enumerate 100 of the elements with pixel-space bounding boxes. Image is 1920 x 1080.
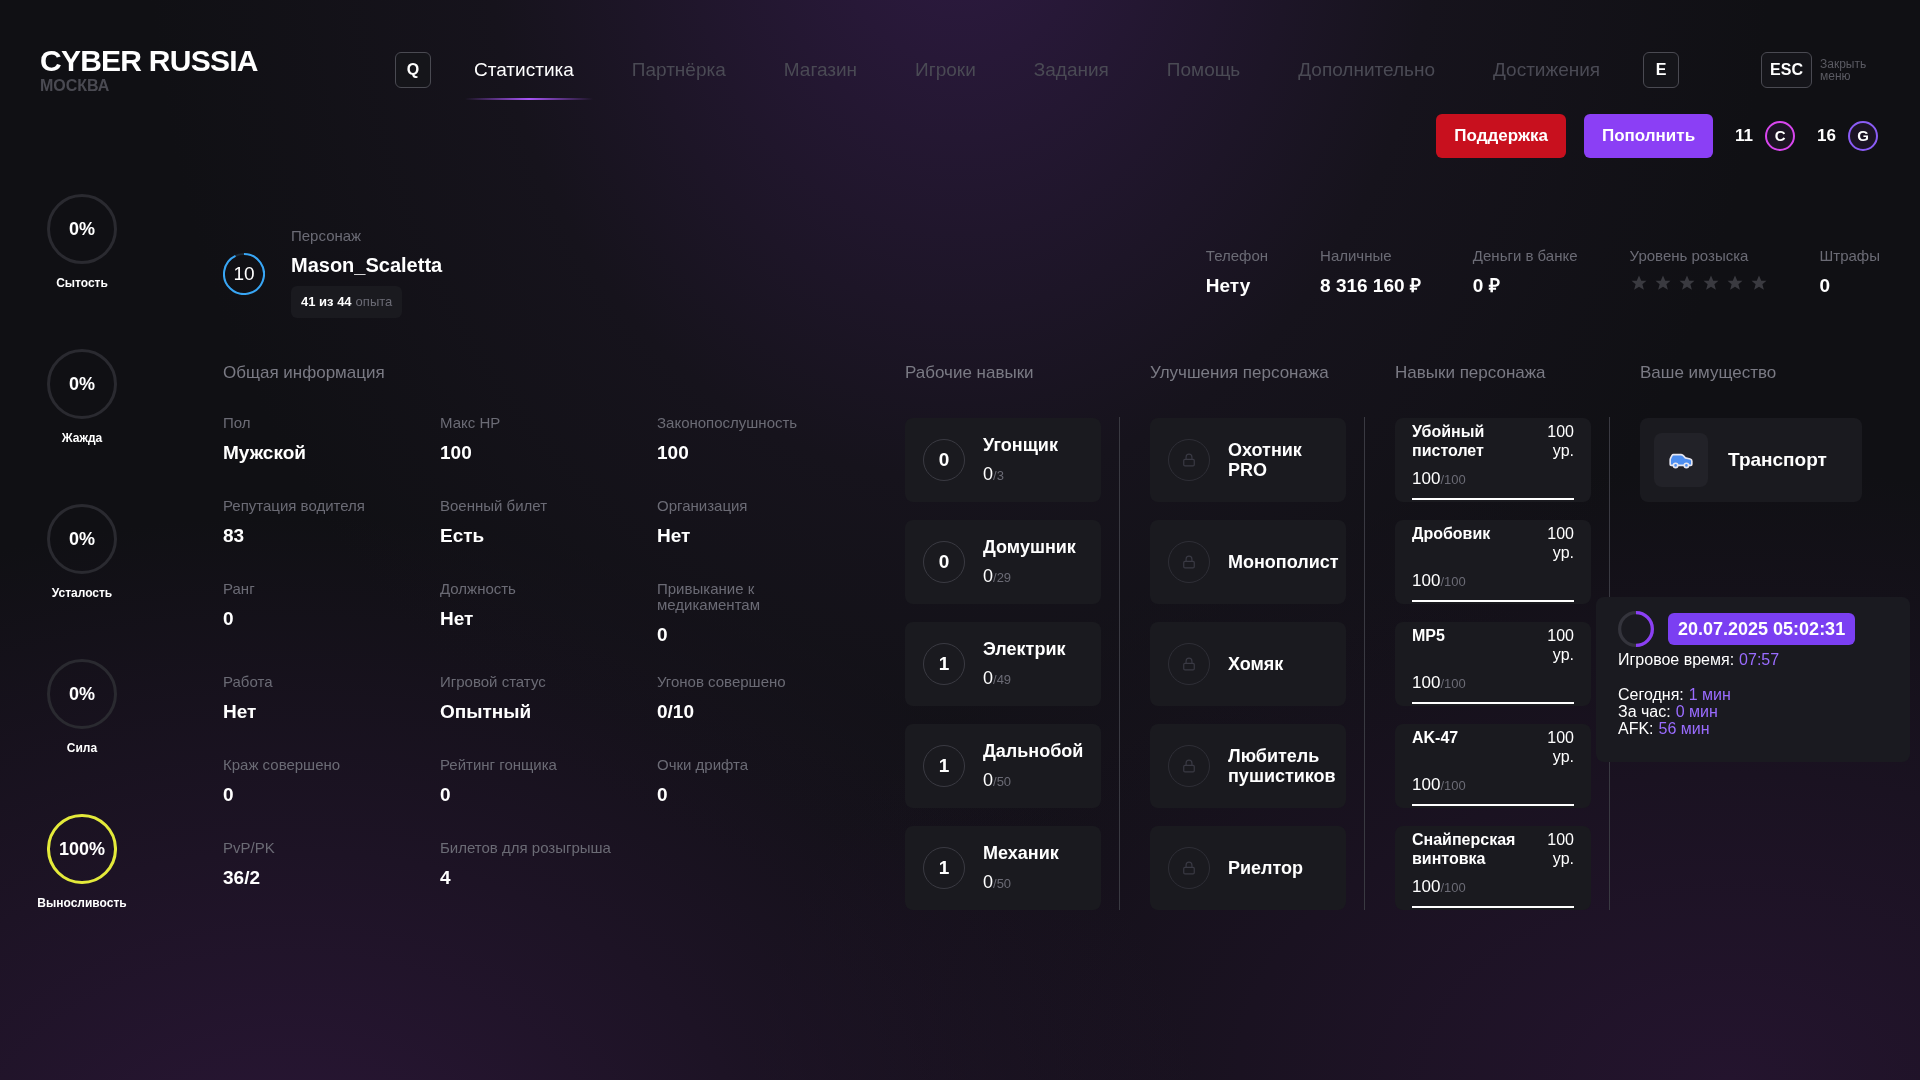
weapon-grade: 100 ур. <box>1546 830 1574 868</box>
logo-title: CYBER RUSSIA <box>40 45 259 77</box>
upgrade-name: Риелтор <box>1228 858 1305 878</box>
field-label: Привыкание к медикаментам <box>657 581 761 613</box>
skill-count: 0/3 <box>983 463 1005 486</box>
city-label: МОСКВА <box>40 77 111 95</box>
session-value: 0 мин <box>1675 703 1718 720</box>
field-value: 83 <box>223 524 246 548</box>
session-datetime: 20.07.2025 05:02:31 <box>1668 613 1856 645</box>
support-button[interactable]: Поддержка <box>1436 114 1566 158</box>
weapon-name: Снайперская винтовка <box>1412 830 1517 868</box>
summary-label: Уровень розыска <box>1629 246 1750 266</box>
summary-label: Деньги в банке <box>1472 246 1578 266</box>
field-label: Репутация водителя <box>223 498 366 514</box>
currency-amount: 11 <box>1735 125 1754 148</box>
ring-value: 0% <box>69 682 95 706</box>
close-menu-label: Закрыть меню <box>1820 58 1868 82</box>
top-up-button[interactable]: Пополнить <box>1583 114 1714 158</box>
skill-name: Дальнобой <box>983 740 1084 763</box>
field-value: Нет <box>657 524 692 548</box>
field-value: Опытный <box>440 699 533 724</box>
field-value: 0 <box>223 782 235 807</box>
currency-badge: C <box>1765 121 1796 151</box>
vital-label: Выносливость <box>37 895 127 912</box>
session-label: Сегодня: <box>1618 686 1684 703</box>
section-title: Общая информация <box>223 362 385 382</box>
weapon-count: 100/100 <box>1412 774 1466 796</box>
field-label: Военный билет <box>440 498 549 514</box>
vital-ring <box>47 504 117 574</box>
nav-tab[interactable]: Дополнительно <box>1269 40 1464 100</box>
field-label: Очки дрифта <box>657 756 750 773</box>
experience-unit: опыта <box>355 292 393 311</box>
upgrade-name: Охотник PRO <box>1228 440 1303 480</box>
summary-value: 0 ₽ <box>1472 273 1501 298</box>
field-value: 100 <box>657 441 690 465</box>
field-value: 0/10 <box>657 699 695 724</box>
vital-label: Усталость <box>51 585 113 602</box>
field-label: Угонов совершено <box>657 673 787 690</box>
weapon-name: MP5 <box>1412 626 1446 645</box>
ring-value: 0% <box>69 372 95 396</box>
nav-tab[interactable]: Достижения <box>1464 40 1630 100</box>
field-value: 0 <box>440 782 452 807</box>
vital-ring <box>47 659 117 729</box>
close-key[interactable]: ESC <box>1761 52 1812 88</box>
section-title: Улучшения персонажа <box>1150 361 1330 384</box>
weapon-count: 100/100 <box>1412 468 1466 490</box>
session-label: Игровое время: <box>1618 651 1735 668</box>
field-label: PvP/PK <box>223 839 276 856</box>
character-label: Персонаж <box>291 226 363 246</box>
next-tab-key[interactable]: E <box>1643 52 1680 88</box>
level-ring <box>223 253 265 295</box>
field-label: Макс HP <box>440 415 502 431</box>
vital-ring <box>47 194 117 264</box>
field-value: 100 <box>440 441 473 465</box>
ring-value: 100% <box>58 837 105 861</box>
field-label: Организация <box>657 498 749 514</box>
skill-name: Электрик <box>983 638 1066 661</box>
upgrade-name: Хомяк <box>1228 654 1285 674</box>
nav-tab[interactable]: Статистика <box>445 40 603 100</box>
section-title: Рабочие навыки <box>905 361 1035 384</box>
field-value: 0 <box>657 623 669 647</box>
vital-label: Жажда <box>61 430 103 447</box>
weapon-name: Дробовик <box>1412 524 1492 543</box>
prev-tab-key[interactable]: Q <box>395 52 431 88</box>
field-value: Нет <box>223 699 258 724</box>
upgrade-name: Монополист <box>1228 552 1340 572</box>
skill-name: Домушник <box>983 536 1076 559</box>
field-value: 0 <box>657 782 669 807</box>
vital-label: Сытость <box>56 275 108 292</box>
vital-ring <box>47 349 117 419</box>
field-value: Есть <box>440 524 486 548</box>
vital-ring <box>47 814 117 884</box>
field-label: Должность <box>440 581 517 597</box>
summary-label: Телефон <box>1205 246 1269 266</box>
field-label: Краж совершено <box>223 756 342 773</box>
ring-value: 10 <box>233 261 255 286</box>
field-value: 4 <box>440 865 452 890</box>
vital-label: Сила <box>66 740 98 757</box>
skill-name: Угонщик <box>983 434 1058 457</box>
weapon-count: 100/100 <box>1412 876 1466 898</box>
field-label: Работа <box>223 673 274 690</box>
field-value: Мужской <box>223 441 307 465</box>
ring-value: 0% <box>69 527 95 551</box>
section-title: Навыки персонажа <box>1395 361 1547 384</box>
field-value: 36/2 <box>223 865 261 890</box>
summary-value: 8 316 160 ₽ <box>1320 273 1421 298</box>
field-label: Ранг <box>223 581 256 597</box>
currency-amount: 16 <box>1817 125 1836 148</box>
field-label: Пол <box>223 415 252 431</box>
field-value: 0 <box>223 607 235 631</box>
weapon-grade: 100 ур. <box>1546 422 1574 460</box>
summary-value: Нету <box>1205 273 1252 298</box>
session-label: AFK: <box>1618 720 1654 737</box>
car-icon <box>1654 433 1708 487</box>
character-name: Mason_Scaletta <box>291 252 443 278</box>
skill-count: 0/29 <box>983 565 1013 588</box>
summary-value: 0 <box>1819 273 1832 298</box>
property-name: Транспорт <box>1728 447 1827 472</box>
summary-label: Наличные <box>1320 246 1393 266</box>
section-title: Ваше имущество <box>1640 361 1778 384</box>
